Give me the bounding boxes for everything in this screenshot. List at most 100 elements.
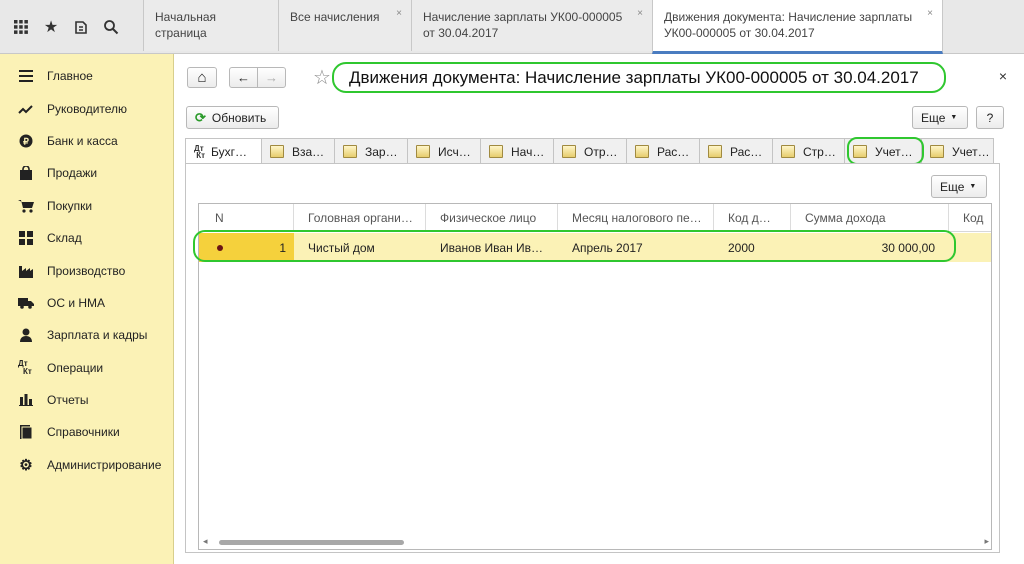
person-icon [18,327,34,343]
coin-icon: ₽ [18,133,34,149]
column-header[interactable]: Месяц налогового пе… [558,204,714,232]
tab-label: Зар… [365,144,398,159]
tab-register[interactable]: Исч… [407,138,481,164]
back-button[interactable]: ← [229,67,258,88]
tab-register-highlighted[interactable]: Учет… [844,138,922,164]
tab-register[interactable]: Рас… [699,138,773,164]
more-button[interactable]: Еще ▼ [912,106,968,129]
sidebar: Главное Руководителю ₽ Банк и касса Прод… [0,54,174,564]
menu-icon [18,68,34,84]
table-cell: Апрель 2017 [572,240,643,255]
table-row[interactable]: 1 Чистый дом Иванов Иван Ив… Апрель 2017… [199,233,991,262]
close-icon[interactable]: × [396,6,402,22]
dt-kt-icon: Дт Кт [194,144,206,160]
sidebar-item-label: Отчеты [47,393,89,408]
sidebar-item-purchases[interactable]: Покупки [0,190,173,222]
column-header[interactable]: Код [949,204,991,232]
tab-register[interactable]: Стр… [772,138,845,164]
apps-grid-icon[interactable] [8,14,34,40]
favorite-star-icon[interactable]: ☆ [313,65,331,90]
tab-label: Бухг… [211,145,248,159]
tab-salary-accrual[interactable]: Начисление зарплаты УК00-000005 от 30.04… [411,0,652,51]
refresh-button[interactable]: ⟳ Обновить [186,106,279,129]
help-label: ? [986,110,994,125]
sidebar-item-label: Продажи [47,166,98,181]
history-icon[interactable] [68,14,94,40]
sidebar-item-salary-hr[interactable]: Зарплата и кадры [0,319,173,351]
scrollbar-thumb[interactable] [219,540,404,545]
close-icon[interactable]: × [927,6,933,22]
tab-register[interactable]: Учет… [921,138,994,164]
home-button[interactable]: ⌂ [187,67,217,88]
tab-label: Рас… [730,144,763,159]
tab-register[interactable]: Отр… [553,138,627,164]
register-icon [635,145,649,158]
tab-register[interactable]: Нач… [480,138,554,164]
register-tabs: Дт Кт Бухг… Вза… Зар… Исч… Нач… Отр… Рас… [185,138,994,165]
sidebar-item-label: Склад [47,231,82,246]
sidebar-item-label: ОС и НМА [47,295,106,310]
horizontal-scrollbar[interactable]: ◂ ▸ [199,535,991,549]
tab-label: Начальная страница [155,10,217,40]
register-icon [781,145,795,158]
top-bar: ★ Начальная страница Все начисления × На… [0,0,1024,54]
sidebar-item-administration[interactable]: ⚙ Администрирование [0,449,173,481]
tab-label: Учет… [952,144,990,159]
cart-icon [18,198,34,214]
sidebar-item-operations[interactable]: Дт Кт Операции [0,352,173,384]
table-cell: Иванов Иван Ив… [440,240,544,255]
scroll-left-icon[interactable]: ◂ [203,536,208,547]
column-header[interactable]: Головная органи… [294,204,426,232]
tab-label: Движения документа: Начисление зарплаты … [664,10,913,40]
truck-icon [18,295,34,311]
tab-register[interactable]: Рас… [626,138,700,164]
tab-all-accruals[interactable]: Все начисления × [278,0,411,51]
row-number-cell: 1 [199,233,294,262]
tab-home[interactable]: Начальная страница [143,0,278,51]
sidebar-item-bank[interactable]: ₽ Банк и касса [0,125,173,157]
row-marker-icon [217,244,223,251]
document-form: ⌂ ← → ☆ Движения документа: Начисление з… [175,54,1024,564]
column-header[interactable]: Физическое лицо [426,204,558,232]
forward-arrow-icon: → [265,70,278,85]
column-header[interactable]: N [199,204,294,232]
tab-accounting[interactable]: Дт Кт Бухг… [185,138,262,165]
sidebar-item-label: Справочники [47,425,120,440]
dropdown-arrow-icon: ▼ [950,114,958,121]
tab-register[interactable]: Вза… [261,138,335,164]
sidebar-item-sales[interactable]: Продажи [0,157,173,189]
column-header[interactable]: Сумма дохода [791,204,949,232]
sidebar-item-warehouse[interactable]: Склад [0,222,173,254]
back-arrow-icon: ← [237,70,250,85]
sidebar-item-manager[interactable]: Руководителю [0,92,173,124]
column-header[interactable]: Код д… [714,204,791,232]
home-icon: ⌂ [197,69,207,86]
panel-more-button[interactable]: Еще ▼ [931,175,987,198]
sidebar-item-production[interactable]: Производство [0,254,173,286]
sidebar-item-directories[interactable]: Справочники [0,416,173,448]
movements-table: N Головная органи… Физическое лицо Месяц… [198,203,992,550]
sidebar-item-main[interactable]: Главное [0,60,173,92]
sidebar-item-label: Главное [47,69,93,84]
scroll-right-icon[interactable]: ▸ [984,536,989,547]
tab-document-movements[interactable]: Движения документа: Начисление зарплаты … [652,0,943,54]
tab-register[interactable]: Зар… [334,138,408,164]
table-cell: 2000 [728,240,755,255]
trend-icon [18,101,34,117]
forward-button[interactable]: → [257,67,286,88]
register-icon [930,145,944,158]
more-label: Еще [921,110,946,125]
tab-label: Нач… [511,144,545,159]
svg-text:₽: ₽ [23,136,29,146]
refresh-label: Обновить [211,110,267,125]
help-button[interactable]: ? [976,106,1004,129]
search-icon[interactable] [98,14,124,40]
sidebar-item-fixed-assets[interactable]: ОС и НМА [0,287,173,319]
close-form-icon[interactable]: × [999,68,1007,84]
book-icon [18,424,34,440]
sidebar-item-label: Операции [47,360,104,375]
close-icon[interactable]: × [637,6,643,22]
star-icon[interactable]: ★ [38,14,64,40]
sidebar-item-reports[interactable]: Отчеты [0,384,173,416]
sidebar-item-label: Покупки [47,198,93,213]
